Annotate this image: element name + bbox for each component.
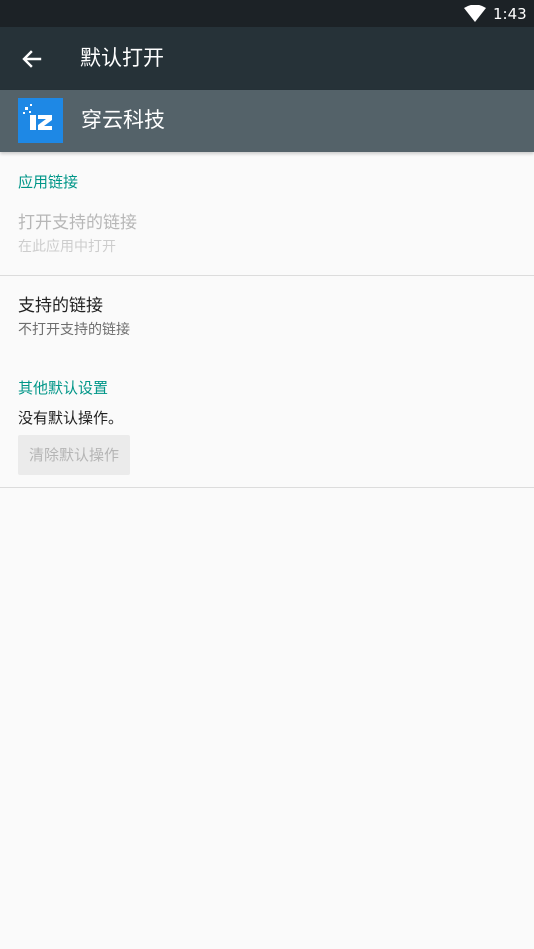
- section-header-other-defaults: 其他默认设置: [18, 379, 109, 397]
- divider: [0, 487, 534, 488]
- app-name: 穿云科技: [81, 108, 165, 132]
- status-bar: 1:43: [0, 0, 534, 27]
- app-header: 穿云科技: [0, 90, 534, 152]
- clear-defaults-button[interactable]: 清除默认操作: [18, 435, 130, 475]
- app-bar: 默认打开: [0, 27, 534, 90]
- section-header-app-links: 应用链接: [18, 173, 79, 191]
- divider: [0, 275, 534, 276]
- page-title: 默认打开: [80, 46, 164, 70]
- wifi-icon: [464, 5, 486, 22]
- supported-links-summary: 不打开支持的链接: [18, 322, 130, 338]
- app-logo-icon: [18, 98, 63, 143]
- supported-links-title: 支持的链接: [18, 296, 103, 316]
- arrow-back-icon[interactable]: [19, 46, 45, 72]
- open-supported-links-title: 打开支持的链接: [18, 213, 137, 233]
- open-supported-links-summary: 在此应用中打开: [18, 239, 116, 255]
- no-defaults-text: 没有默认操作。: [18, 409, 124, 427]
- status-time: 1:43: [493, 5, 527, 23]
